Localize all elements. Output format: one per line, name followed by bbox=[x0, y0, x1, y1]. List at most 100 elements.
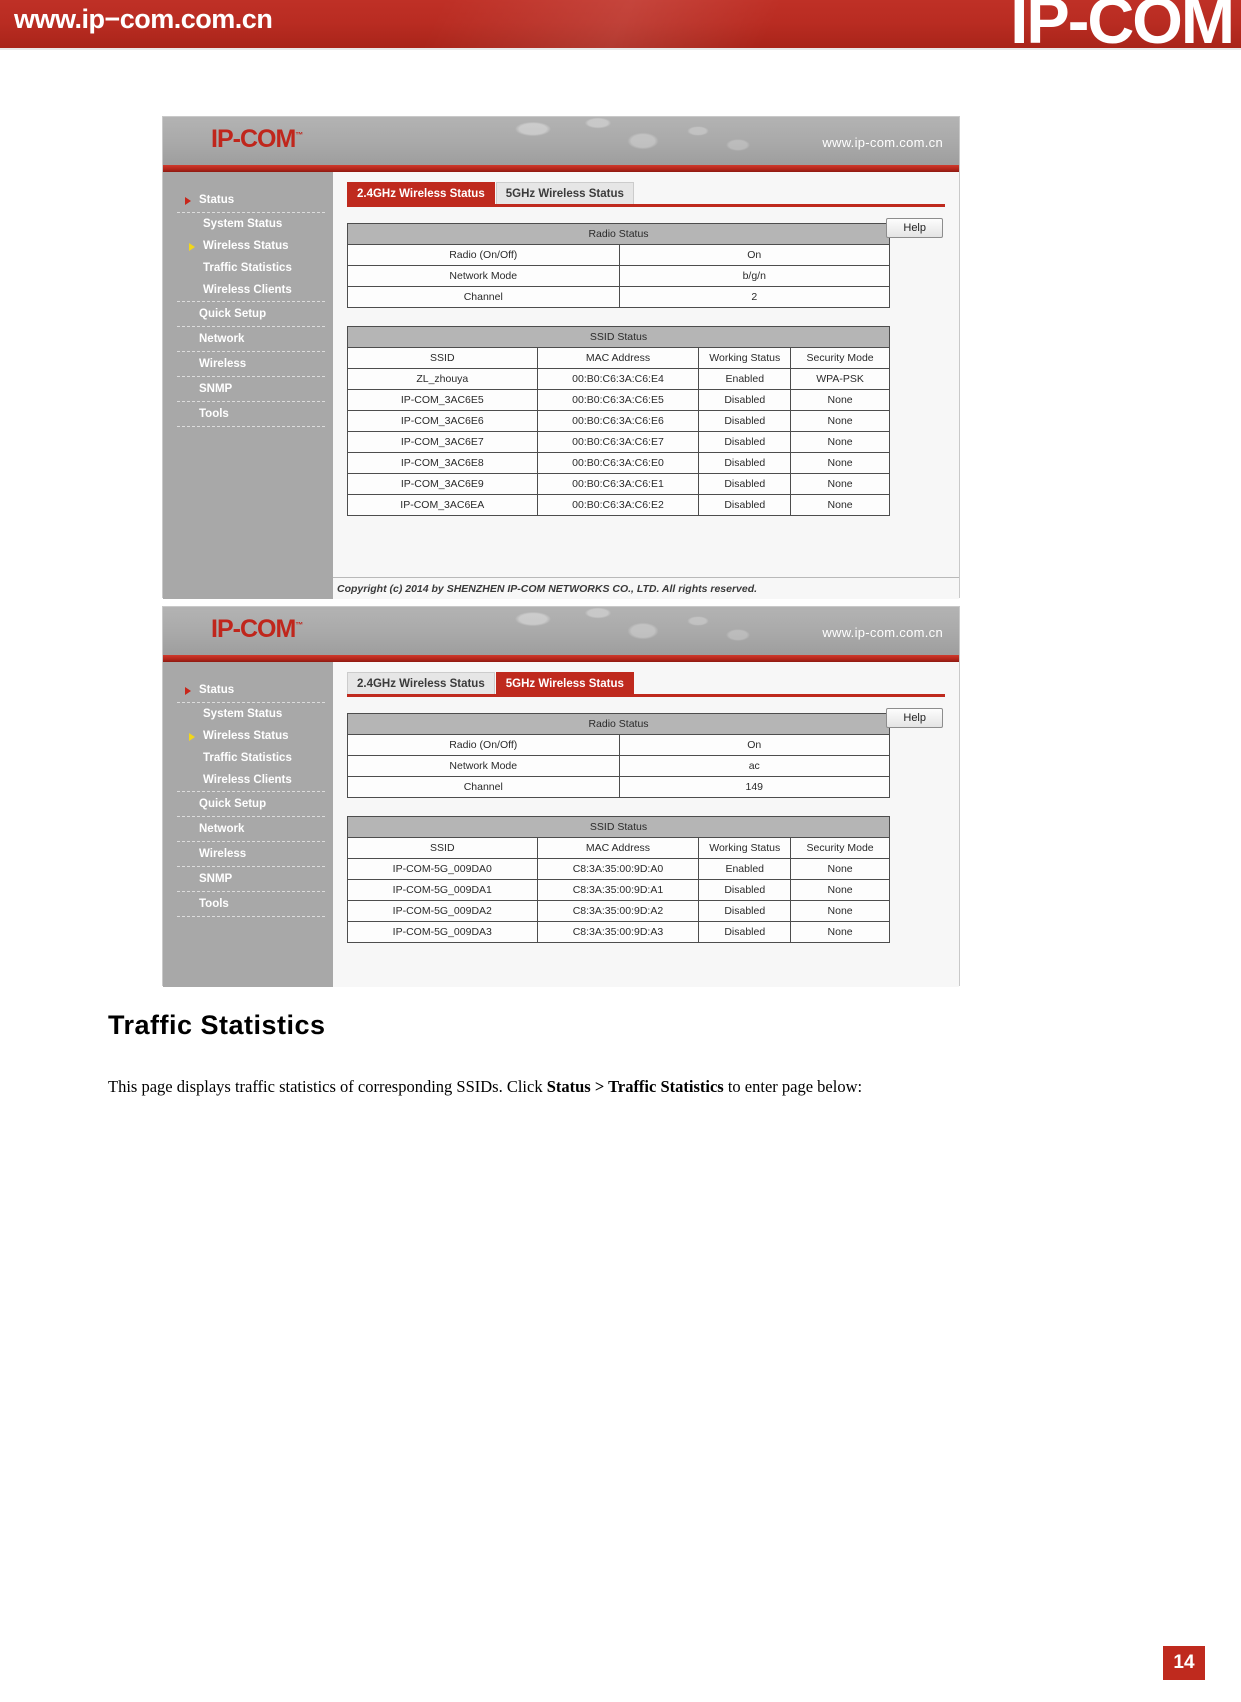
page-banner: www.ip−com.com.cn IP-COM bbox=[0, 0, 1241, 50]
cell-mac: 00:B0:C6:3A:C6:E2 bbox=[536, 494, 700, 516]
sidebar-item-tools[interactable]: Tools bbox=[177, 402, 325, 427]
sidebar-item-system-status[interactable]: System Status bbox=[163, 213, 333, 235]
sidebar-item-label: Traffic Statistics bbox=[203, 752, 292, 764]
world-map-watermark bbox=[493, 117, 793, 165]
yellow-arrow-icon bbox=[189, 733, 195, 741]
router-logo: IP-COM™ bbox=[211, 615, 303, 644]
page-title: Traffic Statistics bbox=[108, 1010, 326, 1040]
sidebar-item-status[interactable]: Status bbox=[177, 678, 325, 703]
cell-working-status: Disabled bbox=[698, 494, 792, 516]
paragraph-text-before: This page displays traffic statistics of… bbox=[108, 1077, 547, 1096]
table-row: Radio (On/Off) On bbox=[347, 734, 891, 756]
router-ui-header: IP-COM™ www.ip-com.com.cn bbox=[163, 607, 959, 655]
cell-ssid: ZL_zhouya bbox=[347, 368, 538, 390]
sidebar-item-label: Wireless Clients bbox=[203, 284, 292, 296]
table-row: IP-COM_3AC6E5 00:B0:C6:3A:C6:E5 Disabled… bbox=[347, 389, 890, 411]
cell-mac: 00:B0:C6:3A:C6:E5 bbox=[536, 389, 700, 411]
sidebar-item-status[interactable]: Status bbox=[177, 188, 325, 213]
table-row: IP-COM-5G_009DA0 C8:3A:35:00:9D:A0 Enabl… bbox=[347, 858, 890, 880]
cell-working-status: Enabled bbox=[698, 858, 792, 880]
router-sidebar: Status System Status Wireless Status Tra… bbox=[163, 172, 333, 599]
sidebar-item-label: Wireless Clients bbox=[203, 774, 292, 786]
cell-working-status: Disabled bbox=[698, 473, 792, 495]
cell-working-status: Disabled bbox=[698, 431, 792, 453]
sidebar-item-snmp[interactable]: SNMP bbox=[177, 377, 325, 402]
cell-security-mode: None bbox=[790, 389, 890, 411]
yellow-arrow-icon bbox=[189, 243, 195, 251]
column-header-security-mode: Security Mode bbox=[790, 347, 890, 369]
ssid-status-caption: SSID Status bbox=[347, 326, 890, 348]
cell-security-mode: None bbox=[790, 494, 890, 516]
sidebar-item-label: Status bbox=[199, 194, 235, 206]
radio-status-table: Radio Status Radio (On/Off) On Network M… bbox=[347, 223, 891, 308]
table-row: IP-COM-5G_009DA3 C8:3A:35:00:9D:A3 Disab… bbox=[347, 921, 890, 943]
table-caption-row: Radio Status bbox=[347, 713, 890, 735]
sidebar-item-quick-setup[interactable]: Quick Setup bbox=[177, 302, 325, 327]
sidebar-item-traffic-statistics[interactable]: Traffic Statistics bbox=[163, 747, 333, 769]
screenshot-wireless-status-5ghz: IP-COM™ www.ip-com.com.cn Status System … bbox=[162, 606, 960, 987]
column-header-mac-address: MAC Address bbox=[536, 347, 700, 369]
column-header-working-status: Working Status bbox=[698, 837, 792, 859]
help-button[interactable]: Help bbox=[886, 708, 943, 728]
sidebar-item-wireless-status[interactable]: Wireless Status bbox=[163, 235, 333, 257]
tab-5ghz-wireless-status[interactable]: 5GHz Wireless Status bbox=[495, 182, 634, 204]
sidebar-item-network[interactable]: Network bbox=[177, 327, 325, 352]
tab-24ghz-wireless-status[interactable]: 2.4GHz Wireless Status bbox=[347, 672, 495, 694]
tab-5ghz-wireless-status[interactable]: 5GHz Wireless Status bbox=[495, 672, 634, 694]
router-header-url: www.ip-com.com.cn bbox=[822, 135, 943, 150]
sidebar-item-wireless-clients[interactable]: Wireless Clients bbox=[177, 769, 325, 792]
screenshot-wireless-status-24ghz: IP-COM™ www.ip-com.com.cn Status System … bbox=[162, 116, 960, 599]
paragraph-bold-path: Status > Traffic Statistics bbox=[546, 1077, 724, 1096]
sidebar-item-quick-setup[interactable]: Quick Setup bbox=[177, 792, 325, 817]
sidebar-item-label: Wireless bbox=[199, 358, 247, 370]
router-ui-body: Status System Status Wireless Status Tra… bbox=[163, 172, 959, 599]
table-row: IP-COM_3AC6E9 00:B0:C6:3A:C6:E1 Disabled… bbox=[347, 473, 890, 495]
router-header-url: www.ip-com.com.cn bbox=[822, 625, 943, 640]
column-header-security-mode: Security Mode bbox=[790, 837, 890, 859]
cell-ssid: IP-COM-5G_009DA3 bbox=[347, 921, 538, 943]
table-row: IP-COM-5G_009DA1 C8:3A:35:00:9D:A1 Disab… bbox=[347, 879, 890, 901]
cell-ssid: IP-COM_3AC6E7 bbox=[347, 431, 538, 453]
table-header-row: SSID MAC Address Working Status Security… bbox=[347, 347, 890, 369]
help-button[interactable]: Help bbox=[886, 218, 943, 238]
row-value: b/g/n bbox=[618, 265, 891, 287]
sidebar-item-label: Wireless bbox=[199, 848, 247, 860]
sidebar-item-label: Tools bbox=[199, 408, 229, 420]
ssid-status-table: SSID Status SSID MAC Address Working Sta… bbox=[347, 816, 890, 943]
red-arrow-icon bbox=[185, 687, 191, 695]
table-caption-row: SSID Status bbox=[347, 816, 890, 838]
column-header-working-status: Working Status bbox=[698, 347, 792, 369]
sidebar-item-snmp[interactable]: SNMP bbox=[177, 867, 325, 892]
trademark-icon: ™ bbox=[295, 620, 303, 630]
row-value: On bbox=[618, 244, 891, 266]
sidebar-item-label: Tools bbox=[199, 898, 229, 910]
banner-divider bbox=[0, 48, 1241, 50]
sidebar-item-traffic-statistics[interactable]: Traffic Statistics bbox=[163, 257, 333, 279]
ssid-status-table: SSID Status SSID MAC Address Working Sta… bbox=[347, 326, 890, 516]
radio-status-table: Radio Status Radio (On/Off) On Network M… bbox=[347, 713, 891, 798]
sidebar-item-label: Network bbox=[199, 333, 245, 345]
sidebar-item-wireless-clients[interactable]: Wireless Clients bbox=[177, 279, 325, 302]
sidebar-item-network[interactable]: Network bbox=[177, 817, 325, 842]
cell-mac: 00:B0:C6:3A:C6:E4 bbox=[536, 368, 700, 390]
cell-security-mode: None bbox=[790, 879, 890, 901]
body-paragraph: This page displays traffic statistics of… bbox=[108, 1070, 1018, 1103]
cell-ssid: IP-COM_3AC6E9 bbox=[347, 473, 538, 495]
cell-mac: 00:B0:C6:3A:C6:E6 bbox=[536, 410, 700, 432]
wireless-status-tabs: 2.4GHz Wireless Status 5GHz Wireless Sta… bbox=[347, 182, 945, 207]
cell-working-status: Disabled bbox=[698, 900, 792, 922]
router-content-24ghz: 2.4GHz Wireless Status 5GHz Wireless Sta… bbox=[333, 172, 959, 599]
paragraph-text-after: to enter page below: bbox=[723, 1077, 863, 1096]
sidebar-item-wireless-status[interactable]: Wireless Status bbox=[163, 725, 333, 747]
sidebar-item-wireless[interactable]: Wireless bbox=[177, 842, 325, 867]
sidebar-item-system-status[interactable]: System Status bbox=[163, 703, 333, 725]
cell-security-mode: None bbox=[790, 900, 890, 922]
tab-24ghz-wireless-status[interactable]: 2.4GHz Wireless Status bbox=[347, 182, 495, 204]
row-label: Radio (On/Off) bbox=[347, 244, 620, 266]
cell-mac: C8:3A:35:00:9D:A3 bbox=[536, 921, 700, 943]
sidebar-item-label: Wireless Status bbox=[203, 730, 289, 742]
cell-working-status: Enabled bbox=[698, 368, 792, 390]
sidebar-item-tools[interactable]: Tools bbox=[177, 892, 325, 917]
cell-security-mode: None bbox=[790, 431, 890, 453]
sidebar-item-wireless[interactable]: Wireless bbox=[177, 352, 325, 377]
